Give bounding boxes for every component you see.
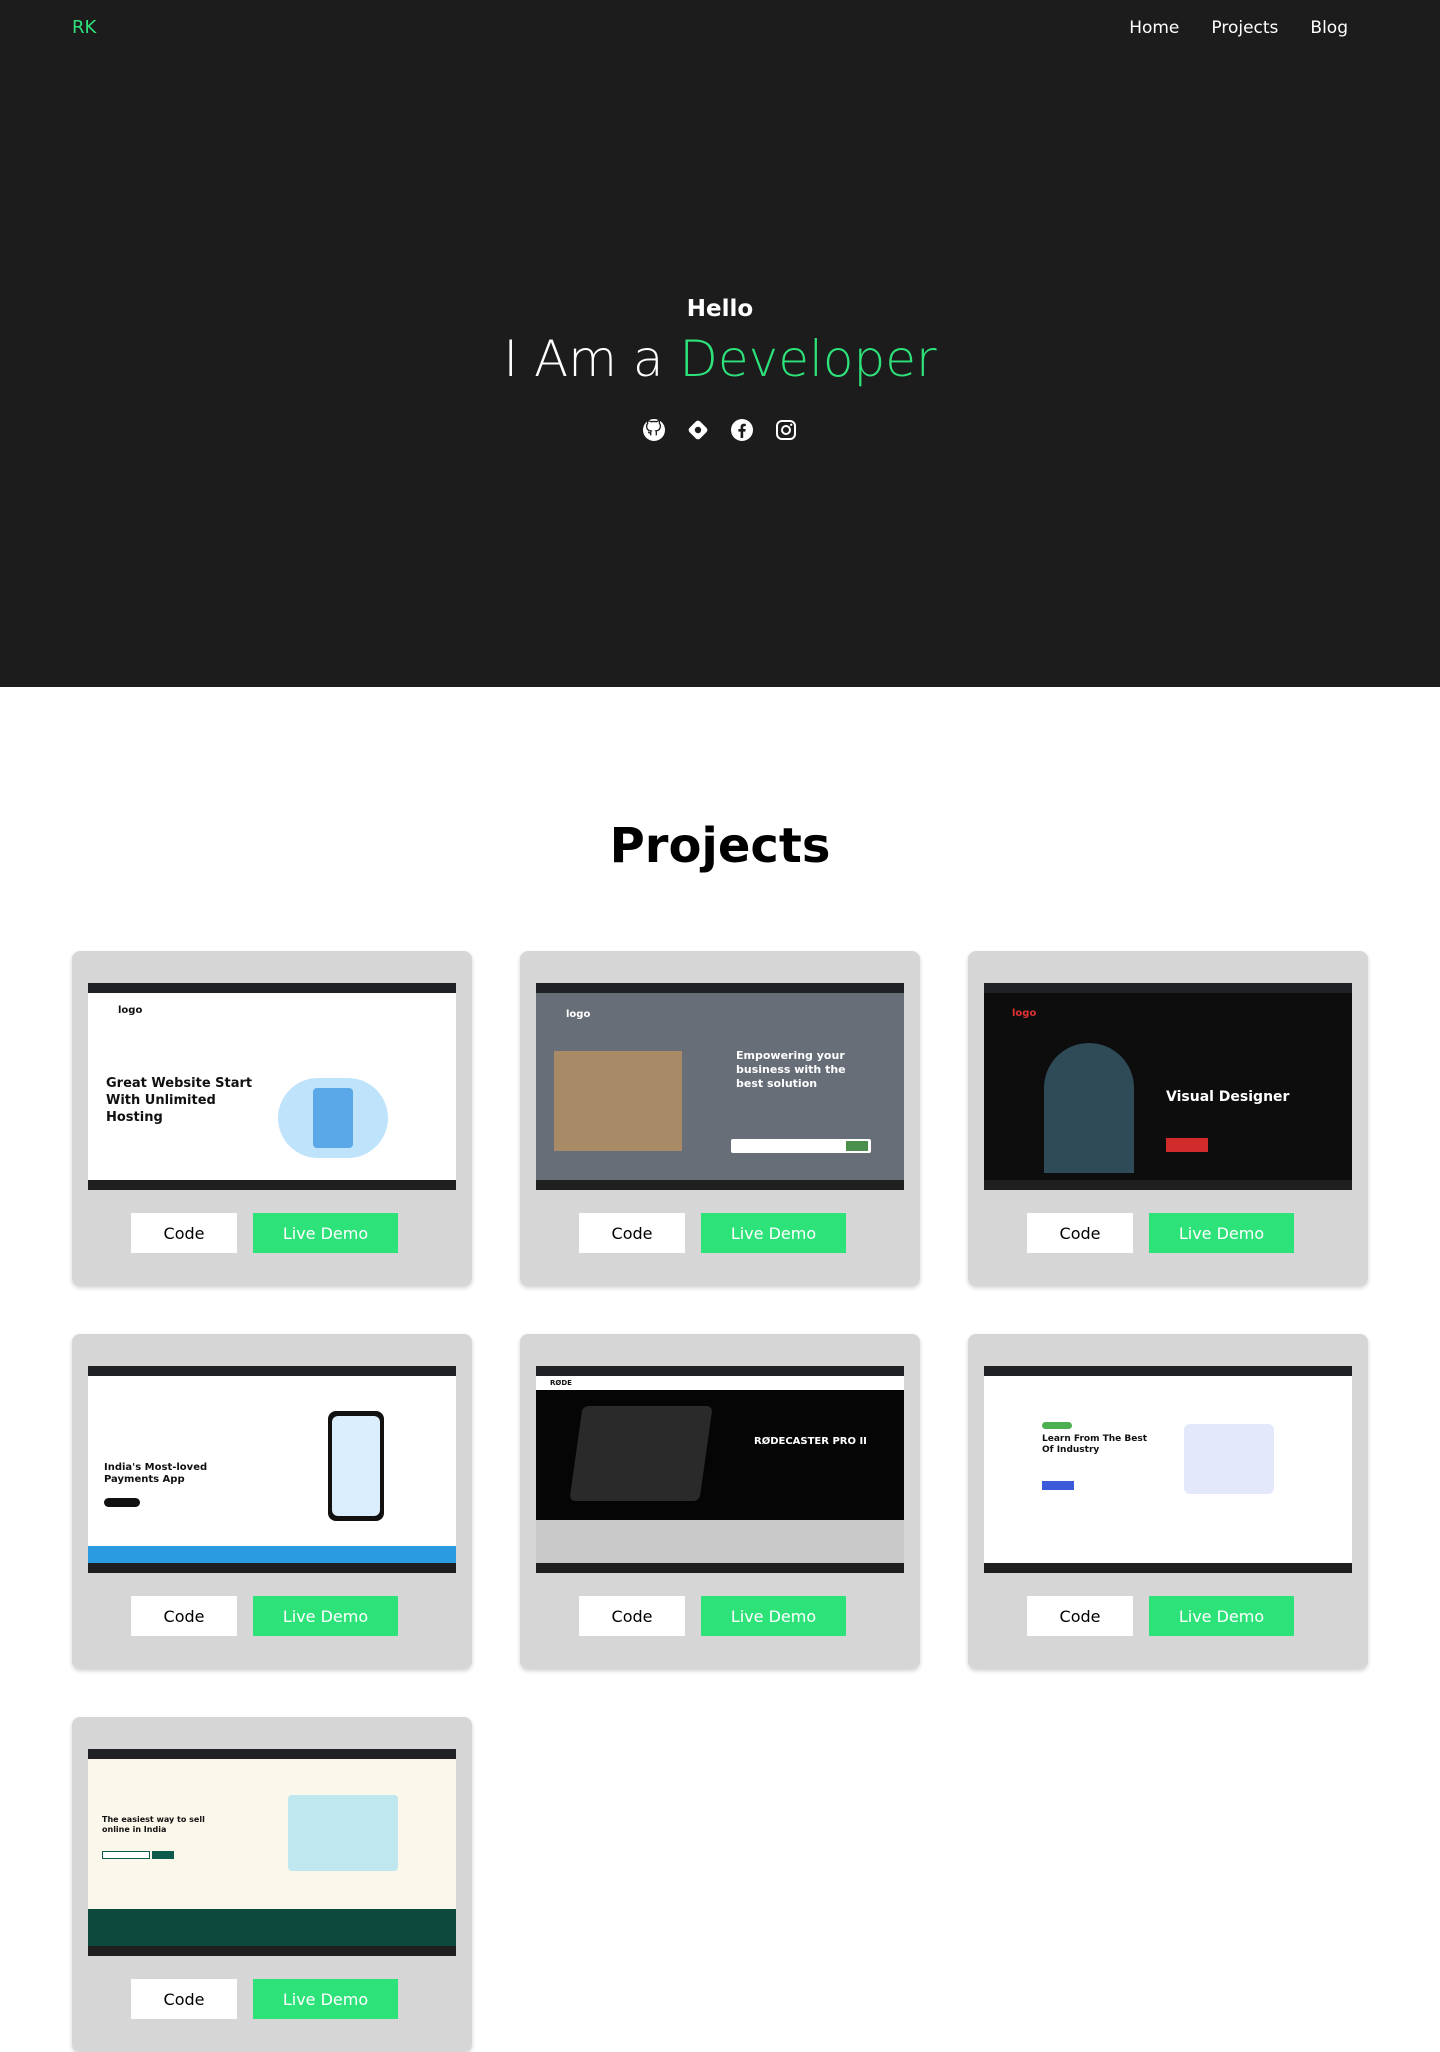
main-nav: Home Projects Blog [1129,18,1348,38]
live-demo-button[interactable]: Live Demo [1149,1596,1294,1636]
preview-text: Empowering your business with the best s… [736,1049,846,1090]
project-card: logo Great Website Start With Unlimited … [72,951,472,1286]
project-preview[interactable]: Learn From The Best Of Industry [984,1366,1352,1573]
live-demo-button[interactable]: Live Demo [253,1213,398,1253]
preview-text: Visual Designer [1166,1089,1290,1105]
headline-accent: Developer [679,330,937,388]
card-actions: Code Live Demo [536,1596,904,1636]
code-button[interactable]: Code [579,1213,685,1253]
live-demo-button[interactable]: Live Demo [701,1213,846,1253]
live-demo-button[interactable]: Live Demo [701,1596,846,1636]
card-actions: Code Live Demo [88,1979,456,2019]
preview-text: Great Website Start With Unlimited Hosti… [106,1076,253,1125]
nav-projects[interactable]: Projects [1211,18,1278,38]
project-preview[interactable]: India's Most-loved Payments App [88,1366,456,1573]
projects-heading: Projects [609,818,831,874]
card-actions: Code Live Demo [88,1213,456,1253]
card-actions: Code Live Demo [536,1213,904,1253]
preview-brand: logo [1012,1008,1037,1019]
headline-prefix: I Am a [503,330,664,388]
project-card: logo Empowering your business with the b… [520,951,920,1286]
dev-icon[interactable] [686,418,710,442]
code-button[interactable]: Code [1027,1213,1133,1253]
code-button[interactable]: Code [579,1596,685,1636]
project-preview[interactable]: RØDE RØDECASTER PRO II [536,1366,904,1573]
hero-greeting: Hello [686,296,754,322]
preview-brand: logo [118,1005,143,1016]
project-preview[interactable]: logo Great Website Start With Unlimited … [88,983,456,1190]
live-demo-button[interactable]: Live Demo [253,1979,398,2019]
instagram-icon[interactable] [774,418,798,442]
projects-grid: logo Great Website Start With Unlimited … [72,951,1368,2052]
preview-text: The easiest way to sell online in India [102,1815,205,1834]
preview-brand: RØDE [550,1379,572,1387]
facebook-icon[interactable] [730,418,754,442]
code-button[interactable]: Code [131,1979,237,2019]
project-card: India's Most-loved Payments App Code Liv… [72,1334,472,1669]
code-button[interactable]: Code [131,1596,237,1636]
social-links [0,418,1440,442]
preview-brand: logo [566,1009,591,1020]
card-actions: Code Live Demo [984,1596,1352,1636]
project-preview[interactable]: logo Visual Designer [984,983,1352,1190]
preview-text: India's Most-loved Payments App [104,1462,208,1485]
project-card: Learn From The Best Of Industry Code Liv… [968,1334,1368,1669]
project-preview[interactable]: The easiest way to sell online in India [88,1749,456,1956]
nav-blog[interactable]: Blog [1310,18,1348,38]
nav-home[interactable]: Home [1129,18,1179,38]
github-icon[interactable] [642,418,666,442]
preview-text: Learn From The Best Of Industry [1042,1434,1148,1455]
live-demo-button[interactable]: Live Demo [253,1596,398,1636]
hero-section: RK Home Projects Blog Hello I Am a Devel… [0,0,1440,687]
hero-headline: I Am a Developer [0,330,1440,388]
project-card: The easiest way to sell online in India … [72,1717,472,2052]
project-preview[interactable]: logo Empowering your business with the b… [536,983,904,1190]
preview-text: RØDECASTER PRO II [754,1436,867,1447]
live-demo-button[interactable]: Live Demo [1149,1213,1294,1253]
code-button[interactable]: Code [1027,1596,1133,1636]
site-logo[interactable]: RK [72,17,96,38]
code-button[interactable]: Code [131,1213,237,1253]
card-actions: Code Live Demo [984,1213,1352,1253]
project-card: RØDE RØDECASTER PRO II Code Live Demo [520,1334,920,1669]
project-card: logo Visual Designer Code Live Demo [968,951,1368,1286]
card-actions: Code Live Demo [88,1596,456,1636]
